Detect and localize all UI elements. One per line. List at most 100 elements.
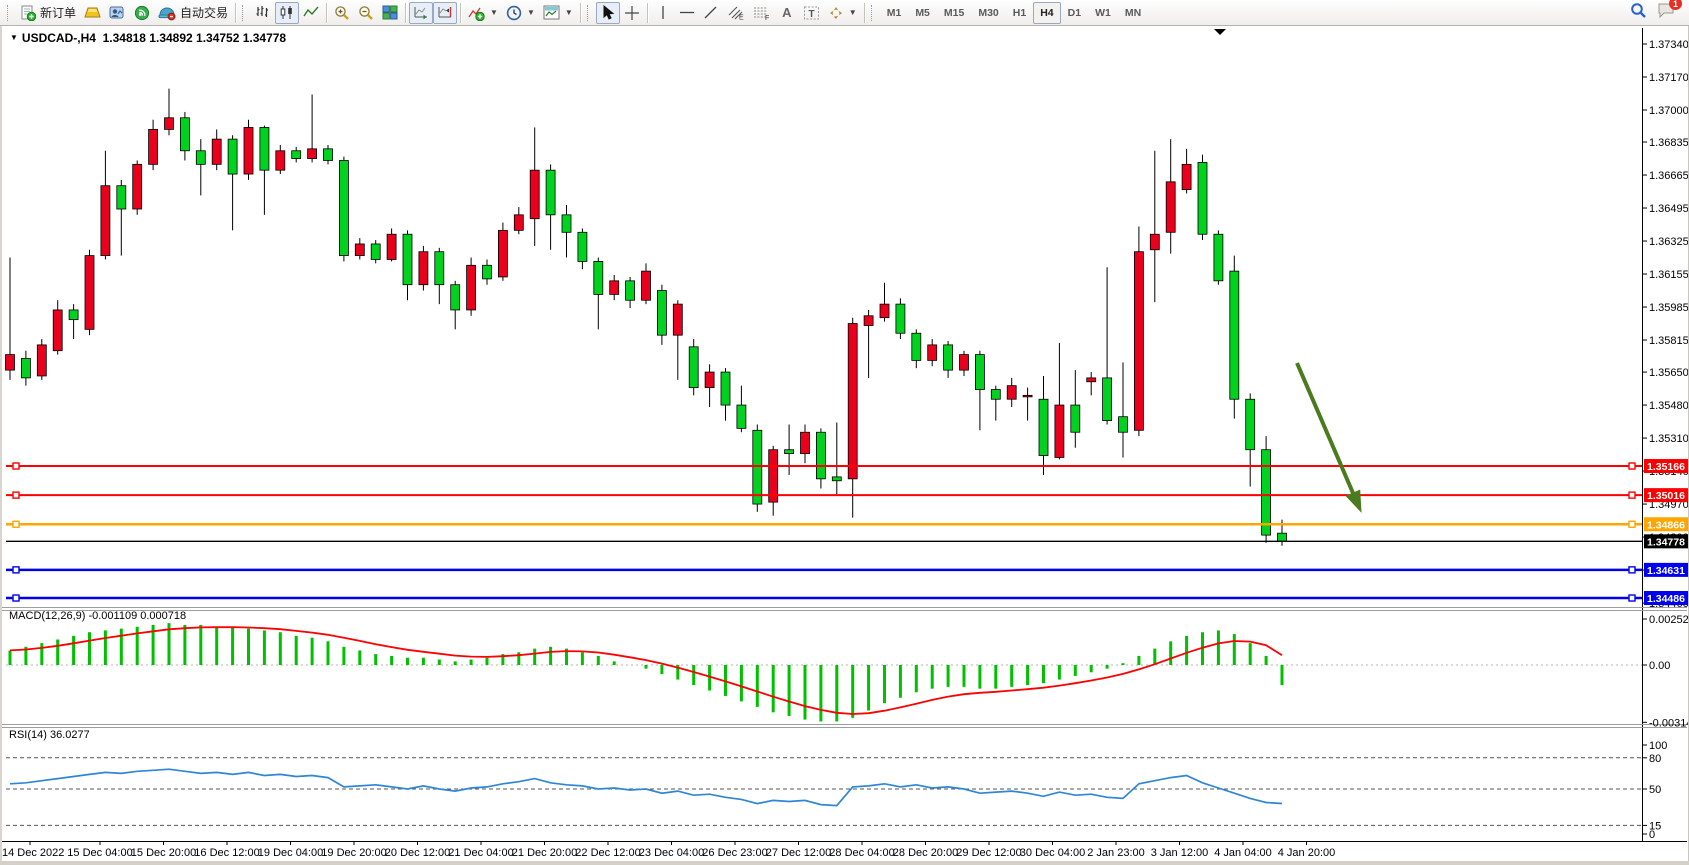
line-handle[interactable]: [13, 463, 19, 469]
candle: [705, 372, 714, 388]
candle: [832, 477, 841, 481]
indicators-button[interactable]: ▼: [464, 2, 502, 24]
candle: [355, 244, 364, 256]
candle: [180, 118, 189, 151]
price-tick-label: 1.37000: [1649, 105, 1689, 117]
chart-shift-marker[interactable]: [1214, 29, 1226, 35]
tab-m30[interactable]: M30: [971, 2, 1005, 24]
tab-m15[interactable]: M15: [937, 2, 971, 24]
line-handle[interactable]: [13, 492, 19, 498]
trendline-button[interactable]: [699, 2, 723, 24]
price-tick-label: 1.35480: [1649, 400, 1689, 412]
tab-w1[interactable]: W1: [1088, 2, 1118, 24]
rsi-line: [10, 769, 1282, 805]
candle: [1230, 271, 1239, 399]
price-line-label: 1.34866: [1647, 519, 1685, 531]
auto-scroll-button[interactable]: [409, 2, 433, 24]
price-tick-label: 1.37170: [1649, 72, 1689, 84]
tile-windows-button[interactable]: [378, 2, 402, 24]
tab-h4[interactable]: H4: [1033, 2, 1060, 24]
new-order-button[interactable]: 新订单: [16, 2, 80, 24]
price-tick-label: 1.36665: [1649, 170, 1689, 182]
price-tick-label: 1.35650: [1649, 367, 1689, 379]
line-handle[interactable]: [1629, 567, 1635, 573]
candle: [85, 256, 94, 330]
vertical-line-button[interactable]: [651, 2, 675, 24]
tab-h1[interactable]: H1: [1006, 2, 1033, 24]
macd-tick-label: -0.003149: [1649, 717, 1689, 729]
candle: [37, 345, 46, 376]
candle: [196, 151, 205, 165]
line-chart-button[interactable]: [299, 2, 323, 24]
line-handle[interactable]: [13, 595, 19, 601]
candle: [21, 358, 30, 377]
candle: [165, 118, 174, 130]
candle: [451, 285, 460, 310]
zoom-out-button[interactable]: [354, 2, 378, 24]
trend-arrow-object[interactable]: [1297, 363, 1356, 500]
auto-trading-button[interactable]: 自动交易: [154, 2, 232, 24]
templates-button[interactable]: ▼: [539, 2, 577, 24]
candle: [1007, 386, 1016, 400]
new-order-icon: [20, 5, 36, 21]
time-tick-label: 3 Jan 12:00: [1151, 847, 1209, 859]
equidistant-channel-button[interactable]: E: [723, 2, 749, 24]
tab-m5[interactable]: M5: [908, 2, 937, 24]
chart-canvas[interactable]: 1.373401.371701.370001.368351.366651.364…: [0, 26, 1689, 865]
candle: [1278, 533, 1287, 541]
notifications-button[interactable]: 1: [1657, 2, 1675, 23]
line-handle[interactable]: [1629, 463, 1635, 469]
candle: [562, 215, 571, 232]
candle: [149, 129, 158, 164]
time-tick-label: 4 Jan 04:00: [1214, 847, 1272, 859]
tab-m1[interactable]: M1: [880, 2, 909, 24]
time-tick-label: 22 Dec 12:00: [575, 847, 640, 859]
time-tick-label: 21 Dec 04:00: [448, 847, 513, 859]
time-tick-label: 2 Jan 23:00: [1087, 847, 1145, 859]
candlestick-chart-button[interactable]: [275, 2, 299, 24]
text-button[interactable]: A: [775, 2, 799, 24]
periods-button[interactable]: ▼: [502, 2, 539, 24]
zoom-in-icon: [334, 5, 350, 21]
chevron-down-icon: ▼: [490, 8, 498, 17]
bar-chart-button[interactable]: [251, 2, 275, 24]
chart-shift-button[interactable]: [433, 2, 457, 24]
crosshair-button[interactable]: [620, 2, 644, 24]
tab-d1[interactable]: D1: [1061, 2, 1088, 24]
fibonacci-button[interactable]: F: [749, 2, 775, 24]
trendline-icon: [703, 5, 718, 20]
candle: [1103, 378, 1112, 421]
tab-mn[interactable]: MN: [1118, 2, 1148, 24]
candle: [960, 355, 969, 371]
time-tick-label: 27 Dec 12:00: [766, 847, 831, 859]
horizontal-line-button[interactable]: [675, 2, 699, 24]
candle: [928, 345, 937, 361]
community-button[interactable]: [105, 2, 130, 24]
price-tick-label: 1.36835: [1649, 137, 1689, 149]
toolbar-separator: [580, 3, 581, 23]
chart-menu-arrow-icon[interactable]: ▼: [10, 33, 18, 42]
line-handle[interactable]: [1629, 595, 1635, 601]
arrows-button[interactable]: ▼: [824, 2, 861, 24]
candle: [991, 390, 1000, 400]
macd-tick-label: 0.00: [1649, 660, 1670, 672]
candle: [467, 265, 476, 310]
candle: [610, 281, 619, 295]
text-label-button[interactable]: T: [799, 2, 824, 24]
candle: [419, 252, 428, 285]
candle: [276, 151, 285, 170]
line-handle[interactable]: [1629, 521, 1635, 527]
line-handle[interactable]: [13, 567, 19, 573]
candle: [1262, 450, 1271, 535]
line-handle[interactable]: [13, 521, 19, 527]
gold-badge-button[interactable]: [80, 2, 105, 24]
search-button[interactable]: [1630, 2, 1647, 24]
candle: [53, 310, 62, 351]
time-tick-label: 15 Dec 20:00: [131, 847, 196, 859]
candle: [244, 127, 253, 174]
signals-button[interactable]: [130, 2, 154, 24]
cursor-button[interactable]: [596, 2, 620, 24]
price-tick-label: 1.37340: [1649, 39, 1689, 51]
line-handle[interactable]: [1629, 492, 1635, 498]
zoom-in-button[interactable]: [330, 2, 354, 24]
